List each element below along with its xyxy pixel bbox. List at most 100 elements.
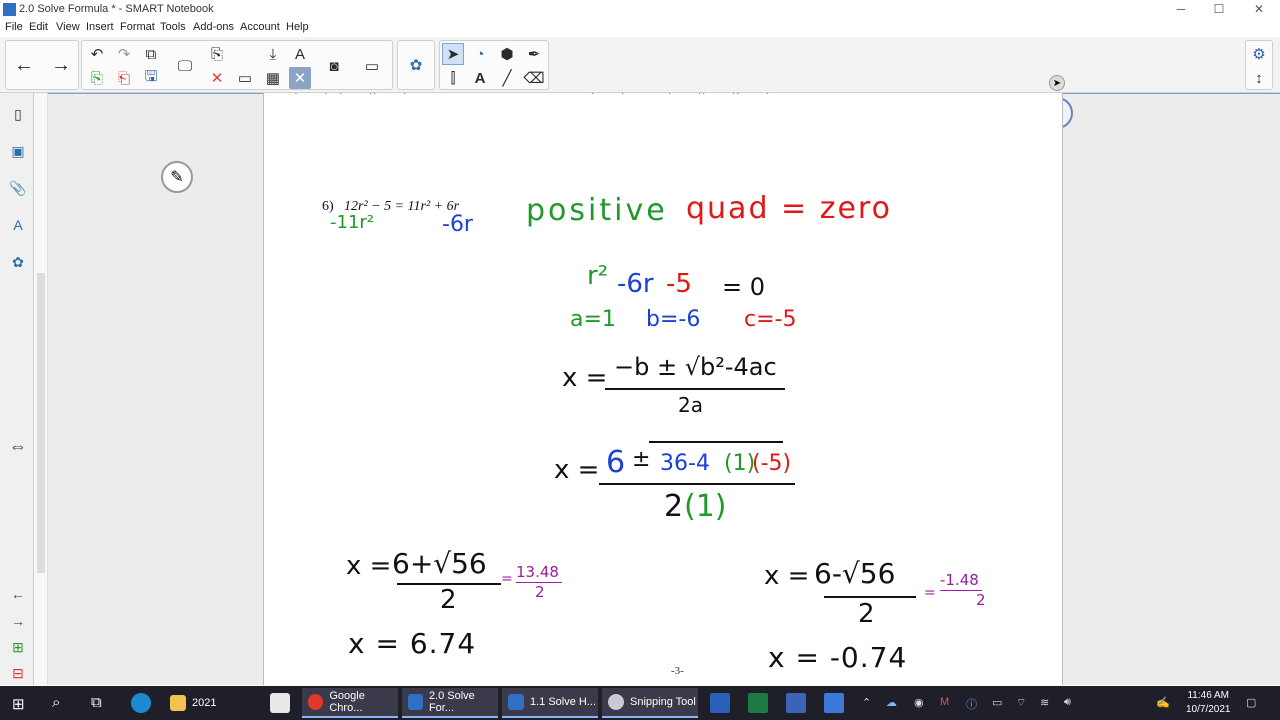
menu-tools[interactable]: Tools [160, 21, 186, 33]
pen-icon[interactable]: ✒ [523, 43, 545, 65]
shapes-icon[interactable]: ◔ [469, 43, 491, 65]
add-page-icon[interactable]: ⊞ [7, 636, 29, 658]
wifi-icon[interactable]: ≋ [1040, 696, 1049, 709]
back-arrow-icon[interactable]: ← [13, 54, 35, 76]
display-tray-icon[interactable]: ▭ [992, 696, 1002, 709]
left-solution-result: x = 6.74 [348, 627, 477, 660]
substituted-fraction-bar [599, 483, 795, 485]
cutoff-previous-work: ⌒ ⌒⌒ ⌒ ⌒⌒⌒ [294, 93, 770, 123]
pen-tool-float-icon[interactable]: ✎ [161, 161, 193, 193]
menu-view[interactable]: View [56, 21, 80, 33]
camera-icon[interactable]: ◙ [323, 55, 345, 77]
notifications-icon[interactable]: ▢ [1246, 696, 1256, 709]
menu-insert[interactable]: Insert [86, 21, 114, 33]
menu-account[interactable]: Account [240, 21, 280, 33]
word-icon[interactable] [710, 693, 730, 713]
settings-icon[interactable]: ⚙ [1248, 43, 1270, 65]
addons-icon[interactable]: ✿ [7, 251, 29, 273]
redo-icon[interactable]: ↷ [113, 43, 135, 65]
substituted-a-value: (1) [724, 451, 756, 476]
undo-icon[interactable]: ↶ [86, 43, 108, 65]
search-icon[interactable]: ⌕ [52, 694, 60, 711]
next-page-icon[interactable]: → [7, 610, 29, 632]
fill-icon[interactable]: ⬢ [496, 43, 518, 65]
title-bar: 2.0 Solve Formula * - SMART Notebook ─ ☐… [0, 0, 1280, 20]
attachments-icon[interactable]: 📎 [7, 177, 29, 199]
save-icon[interactable]: 🖫 [140, 67, 162, 89]
add-page-icon[interactable]: ⧉ [140, 43, 162, 65]
calculator-icon[interactable] [786, 693, 806, 713]
right-approx-numerator: -1.48 [940, 571, 979, 589]
left-solution-numerator: 6+√56 [392, 547, 487, 580]
taskbar-file-explorer[interactable]: 2021 [164, 688, 264, 718]
settings-app-icon[interactable] [824, 693, 844, 713]
volume-icon[interactable]: 🔊︎ [1064, 696, 1071, 709]
tray-chevron-icon[interactable]: ⌃ [862, 696, 871, 709]
onedrive-icon[interactable]: ☁ [886, 696, 897, 709]
menu-help[interactable]: Help [286, 21, 309, 33]
table-icon[interactable]: ▦ [262, 67, 284, 89]
taskbar-google-chrome[interactable]: Google Chro... [302, 688, 398, 718]
paste-special-icon[interactable]: ⎘ [206, 43, 228, 65]
delete-page-icon[interactable]: ⊟ [7, 662, 29, 684]
vertical-scrollbar[interactable] [34, 93, 48, 685]
screen-shade-icon[interactable]: ▭ [234, 67, 256, 89]
taskbar-notebook-1-1[interactable]: 1.1 Solve H... [502, 688, 598, 718]
clock[interactable]: 11:46 AM 10/7/2021 [1186, 689, 1231, 717]
pen-workspace-icon[interactable]: ✍ [1156, 696, 1170, 709]
gallery-icon[interactable]: ▣ [7, 140, 29, 162]
close-page-icon[interactable]: ✕ [289, 67, 311, 89]
store-icon[interactable] [270, 693, 290, 713]
info-tray-icon[interactable]: ⓘ [966, 696, 977, 712]
select-icon[interactable]: ➤ [442, 43, 464, 65]
right-solution-lhs: x = [764, 561, 810, 591]
page-sorter-icon[interactable]: ▯ [7, 103, 29, 125]
paste-icon[interactable]: ⎘ [86, 67, 108, 89]
taskbar-notebook-2-0[interactable]: 2.0 Solve For... [402, 688, 498, 718]
resize-arrow-icon[interactable]: ⇔ [7, 435, 29, 457]
menu-format[interactable]: Format [120, 21, 155, 33]
record-icon[interactable]: ▭ [361, 55, 383, 77]
notebook-page[interactable]: ⌒ ⌒⌒ ⌒ ⌒⌒⌒ 6) 12r² − 5 = 11r² + 6r -11r²… [263, 93, 1063, 685]
scissors-icon [608, 694, 624, 710]
maximize-button[interactable]: ☐ [1212, 2, 1226, 16]
move-toolbar-icon[interactable]: ↕ [1248, 67, 1270, 89]
substituted-radicand: 36-4 [660, 451, 710, 476]
forward-arrow-icon[interactable]: → [50, 54, 72, 76]
eraser-icon[interactable]: ⌫ [523, 67, 545, 89]
menu-file[interactable]: File [5, 21, 23, 33]
gmail-tray-icon[interactable]: M [940, 696, 949, 708]
navigation-group: ← → [5, 40, 79, 90]
formula-denominator: 2a [678, 393, 703, 417]
display-icon[interactable]: 🖵 [174, 55, 196, 77]
line-icon[interactable]: ╱ [496, 67, 518, 89]
right-solution-result: x = -0.74 [768, 641, 908, 674]
windows-taskbar: ⊞ ⌕ ⧉ 2021 Google Chro... 2.0 Solve For.… [0, 686, 1280, 720]
menu-addons[interactable]: Add-ons [193, 21, 234, 33]
windows-start-icon[interactable]: ⊞ [12, 695, 25, 713]
substituted-denominator-two: 2 [664, 489, 684, 524]
delete-page-icon[interactable]: ⎗ [113, 67, 135, 89]
prev-page-icon[interactable]: ← [7, 583, 29, 605]
page-number: -3- [671, 665, 684, 677]
spell-check-icon[interactable]: A [289, 43, 311, 65]
measure-icon[interactable]: ⫿ [442, 67, 464, 89]
addon-icon[interactable]: ✿ [405, 54, 427, 76]
properties-icon[interactable]: A [7, 214, 29, 236]
page-down-icon[interactable]: ⤓ [262, 43, 284, 65]
clear-icon[interactable]: ✕ [206, 67, 228, 89]
camera-tray-icon[interactable]: ◉ [914, 696, 924, 709]
substituted-lhs: x = [554, 455, 600, 485]
task-view-icon[interactable]: ⧉ [91, 694, 102, 711]
menu-edit[interactable]: Edit [29, 21, 48, 33]
substituted-six: 6 [606, 445, 626, 480]
text-icon[interactable]: A [469, 67, 491, 89]
minimize-button[interactable]: ─ [1174, 2, 1188, 16]
network-icon[interactable]: ⌔ [1016, 696, 1026, 710]
taskbar-snipping-tool[interactable]: Snipping Tool [602, 688, 698, 718]
close-button[interactable]: ✕ [1252, 2, 1266, 16]
scrollbar-thumb[interactable] [37, 273, 45, 573]
excel-icon[interactable] [748, 693, 768, 713]
edge-browser-icon[interactable] [131, 693, 151, 713]
cursor-mode-icon[interactable]: ➤ [1049, 75, 1065, 91]
